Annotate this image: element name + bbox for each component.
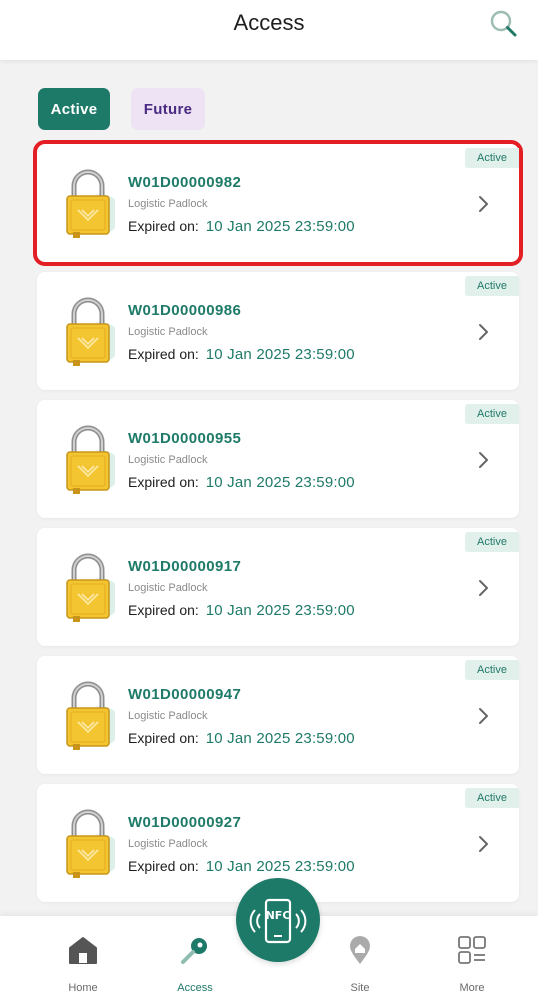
nav-home[interactable]: Home — [43, 916, 123, 993]
padlock-type: Logistic Padlock — [128, 454, 208, 466]
expiry-date: 10 Jan 2025 23:59:00 — [205, 474, 355, 491]
expiry-label: Expired on: — [128, 346, 199, 362]
expiry-label: Expired on: — [128, 218, 199, 234]
expiry-label: Expired on: — [128, 474, 199, 490]
expiry-line: Expired on: 10 Jan 2025 23:59:00 — [128, 346, 355, 363]
padlock-type: Logistic Padlock — [128, 838, 208, 850]
tab-active[interactable]: Active — [38, 88, 110, 130]
search-icon[interactable] — [488, 8, 520, 40]
nav-home-label: Home — [68, 982, 98, 993]
expiry-date: 10 Jan 2025 23:59:00 — [205, 602, 355, 619]
padlock-type: Logistic Padlock — [128, 198, 208, 210]
nav-access[interactable]: Access — [155, 916, 235, 993]
status-badge: Active — [465, 148, 519, 168]
access-card[interactable]: Active W01D00000955 Logistic Padlock Exp… — [37, 400, 519, 518]
access-card[interactable]: Active W01D00000947 Logistic Padlock Exp… — [37, 656, 519, 774]
expiry-label: Expired on: — [128, 730, 199, 746]
expiry-date: 10 Jan 2025 23:59:00 — [205, 218, 355, 235]
nav-more[interactable]: More — [432, 916, 512, 993]
home-icon — [69, 937, 97, 964]
status-badge: Active — [465, 532, 519, 552]
padlock-type: Logistic Padlock — [128, 582, 208, 594]
padlock-code: W01D00000986 — [128, 302, 242, 319]
access-card[interactable]: Active W01D00000917 Logistic Padlock Exp… — [37, 528, 519, 646]
access-card[interactable]: Active W01D00000986 Logistic Padlock Exp… — [37, 272, 519, 390]
expiry-date: 10 Jan 2025 23:59:00 — [205, 730, 355, 747]
padlock-type: Logistic Padlock — [128, 326, 208, 338]
padlock-icon — [66, 681, 115, 750]
padlock-icon — [66, 425, 115, 494]
chevron-right-icon — [479, 708, 488, 724]
expiry-line: Expired on: 10 Jan 2025 23:59:00 — [128, 858, 355, 875]
location-pin-icon — [350, 936, 370, 964]
padlock-icon — [66, 297, 115, 366]
padlock-code: W01D00000927 — [128, 814, 242, 831]
chevron-right-icon — [479, 324, 488, 340]
nav-access-label: Access — [177, 982, 213, 993]
expiry-label: Expired on: — [128, 602, 199, 618]
nav-site-label: Site — [350, 982, 370, 993]
nfc-label: NFC — [265, 909, 291, 922]
tab-future[interactable]: Future — [131, 88, 205, 130]
nav-site[interactable]: Site — [320, 916, 400, 993]
expiry-line: Expired on: 10 Jan 2025 23:59:00 — [128, 730, 355, 747]
padlock-type: Logistic Padlock — [128, 710, 208, 722]
app-header: Access — [0, 0, 538, 60]
chevron-right-icon — [479, 836, 488, 852]
padlock-code: W01D00000917 — [128, 558, 242, 575]
padlock-code: W01D00000955 — [128, 430, 242, 447]
access-card[interactable]: Active W01D00000982 Logistic Padlock Exp… — [33, 140, 523, 266]
padlock-icon — [66, 809, 115, 878]
chevron-right-icon — [479, 580, 488, 596]
expiry-date: 10 Jan 2025 23:59:00 — [205, 346, 355, 363]
padlock-icon — [66, 169, 115, 238]
status-badge: Active — [465, 404, 519, 424]
expiry-date: 10 Jan 2025 23:59:00 — [205, 858, 355, 875]
status-badge: Active — [465, 660, 519, 680]
status-badge: Active — [465, 276, 519, 296]
expiry-label: Expired on: — [128, 858, 199, 874]
chevron-right-icon — [479, 196, 488, 212]
padlock-code: W01D00000982 — [128, 174, 242, 191]
expiry-line: Expired on: 10 Jan 2025 23:59:00 — [128, 218, 355, 235]
chevron-right-icon — [479, 452, 488, 468]
expiry-line: Expired on: 10 Jan 2025 23:59:00 — [128, 602, 355, 619]
expiry-line: Expired on: 10 Jan 2025 23:59:00 — [128, 474, 355, 491]
grid-icon — [458, 936, 486, 964]
padlock-code: W01D00000947 — [128, 686, 242, 703]
status-badge: Active — [465, 788, 519, 808]
nfc-button[interactable]: NFC — [236, 878, 320, 962]
nav-more-label: More — [459, 982, 485, 993]
padlock-icon — [66, 553, 115, 622]
key-icon — [181, 938, 207, 964]
page-title: Access — [233, 10, 305, 35]
